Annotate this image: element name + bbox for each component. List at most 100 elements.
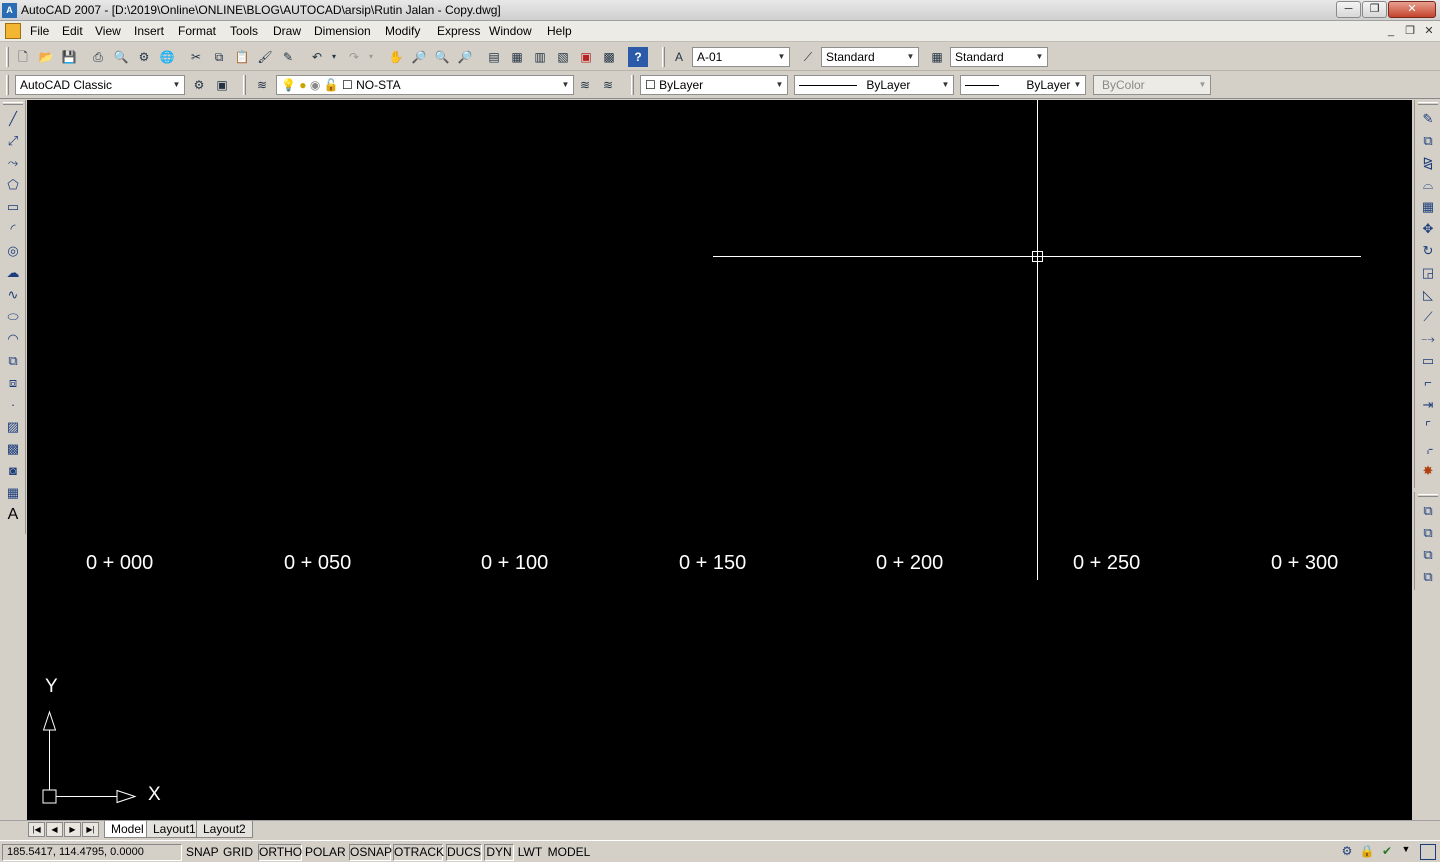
- offset-icon[interactable]: ⌓: [1418, 175, 1438, 195]
- menu-dimension[interactable]: Dimension: [314, 24, 371, 38]
- ellipse-icon[interactable]: ⬭: [3, 307, 23, 327]
- properties-icon[interactable]: ▤: [484, 47, 504, 67]
- undo-dropdown-icon[interactable]: ▾: [328, 47, 340, 67]
- redo-dropdown-icon[interactable]: ▾: [365, 47, 377, 67]
- menu-express[interactable]: Express: [437, 24, 480, 38]
- zoom-realtime-icon[interactable]: 🔎: [409, 47, 429, 67]
- line-icon[interactable]: ╱: [3, 109, 23, 129]
- make-layer-current-icon[interactable]: ≋: [575, 75, 595, 95]
- stretch-icon[interactable]: ◺: [1418, 285, 1438, 305]
- table-style-select[interactable]: Standard ▼: [950, 47, 1048, 67]
- erase-icon[interactable]: ✎: [1418, 109, 1438, 129]
- array-icon[interactable]: ▦: [1418, 197, 1438, 217]
- plot-preview-icon[interactable]: 🔍: [111, 47, 131, 67]
- menu-tools[interactable]: Tools: [230, 24, 258, 38]
- communication-center-icon[interactable]: ⚙: [1338, 844, 1356, 861]
- multiline-text-icon[interactable]: A: [3, 505, 23, 525]
- linetype-select[interactable]: ByLayer ▼: [794, 75, 954, 95]
- color-select[interactable]: ☐ ByLayer ▼: [640, 75, 788, 95]
- pan-icon[interactable]: ✋: [386, 47, 406, 67]
- publish-icon[interactable]: ⚙: [134, 47, 154, 67]
- toolbar-grip[interactable]: [662, 47, 665, 67]
- spline-icon[interactable]: ∿: [3, 285, 23, 305]
- polar-toggle[interactable]: POLAR: [304, 844, 346, 861]
- toolbar-grip[interactable]: [631, 75, 634, 95]
- workspace-settings-icon[interactable]: ⚙: [189, 75, 209, 95]
- block-editor-icon[interactable]: ✎: [278, 47, 298, 67]
- hatch-icon[interactable]: ▨: [3, 417, 23, 437]
- rectangle-icon[interactable]: ▭: [3, 197, 23, 217]
- calculator-icon[interactable]: ▩: [599, 47, 619, 67]
- close-button[interactable]: ✕: [1388, 1, 1436, 18]
- text-style-select[interactable]: A-01 ▼: [692, 47, 790, 67]
- redo-icon[interactable]: ↷: [344, 47, 364, 67]
- markup-icon[interactable]: ▣: [576, 47, 596, 67]
- open-icon[interactable]: 📂: [36, 47, 56, 67]
- menu-view[interactable]: View: [95, 24, 121, 38]
- osnap-toggle[interactable]: OSNAP: [349, 844, 392, 861]
- table-icon[interactable]: ▦: [3, 483, 23, 503]
- break-icon[interactable]: ⌐: [1418, 373, 1438, 393]
- join-icon[interactable]: ⇥: [1418, 395, 1438, 415]
- lwt-toggle[interactable]: LWT: [516, 844, 544, 861]
- lineweight-select[interactable]: ByLayer ▼: [960, 75, 1086, 95]
- mirror-icon[interactable]: ⧎: [1418, 153, 1438, 173]
- menu-format[interactable]: Format: [178, 24, 216, 38]
- document-icon[interactable]: [5, 23, 21, 39]
- trim-icon[interactable]: ⟋: [1418, 307, 1438, 327]
- tray-settings-icon[interactable]: ✔: [1378, 844, 1396, 861]
- make-block-icon[interactable]: ⧈: [3, 373, 23, 393]
- workspace-save-icon[interactable]: ▣: [212, 75, 232, 95]
- ortho-toggle[interactable]: ORTHO: [258, 844, 302, 861]
- grid-toggle[interactable]: GRID: [221, 844, 255, 861]
- point-icon[interactable]: ·: [3, 395, 23, 415]
- tab-layout2[interactable]: Layout2: [196, 821, 253, 838]
- rotate-icon[interactable]: ↻: [1418, 241, 1438, 261]
- next-tab-icon[interactable]: ▶: [64, 822, 81, 837]
- workspace-select[interactable]: AutoCAD Classic ▼: [15, 75, 185, 95]
- menu-help[interactable]: Help: [547, 24, 572, 38]
- toolbar-grip[interactable]: [1418, 102, 1438, 105]
- doc-close-button[interactable]: ✕: [1421, 24, 1437, 39]
- clean-screen-icon[interactable]: [1420, 844, 1436, 860]
- menu-draw[interactable]: Draw: [273, 24, 301, 38]
- tab-model[interactable]: Model: [104, 821, 151, 838]
- send-under-icon[interactable]: ⧉: [1418, 567, 1438, 587]
- fillet-icon[interactable]: ⌌: [1418, 439, 1438, 459]
- sheet-set-icon[interactable]: ▧: [553, 47, 573, 67]
- layer-manager-icon[interactable]: ≋: [252, 75, 272, 95]
- menu-file[interactable]: File: [30, 24, 49, 38]
- plot-icon[interactable]: ⎙: [88, 47, 108, 67]
- zoom-previous-icon[interactable]: 🔎: [455, 47, 475, 67]
- bring-above-icon[interactable]: ⧉: [1418, 545, 1438, 565]
- coordinate-display[interactable]: 185.5417, 114.4795, 0.0000: [2, 844, 182, 861]
- text-style-icon[interactable]: A: [669, 47, 689, 67]
- chamfer-icon[interactable]: ⌜: [1418, 417, 1438, 437]
- menu-edit[interactable]: Edit: [62, 24, 83, 38]
- toolbar-grip[interactable]: [1418, 494, 1438, 497]
- region-icon[interactable]: ◙: [3, 461, 23, 481]
- ducs-toggle[interactable]: DUCS: [446, 844, 482, 861]
- table-style-icon[interactable]: ▦: [927, 47, 947, 67]
- help-icon[interactable]: ?: [628, 47, 648, 67]
- match-properties-icon[interactable]: 🖌: [255, 47, 275, 67]
- paste-icon[interactable]: 📋: [232, 47, 252, 67]
- construction-line-icon[interactable]: ⤢: [3, 131, 23, 151]
- explode-icon[interactable]: ✸: [1418, 461, 1438, 481]
- toolbar-grip[interactable]: [6, 75, 9, 95]
- cut-icon[interactable]: ✂: [186, 47, 206, 67]
- menu-insert[interactable]: Insert: [134, 24, 164, 38]
- copy-clip-icon[interactable]: ⧉: [209, 47, 229, 67]
- send-to-back-icon[interactable]: ⧉: [1418, 523, 1438, 543]
- break-at-point-icon[interactable]: ▭: [1418, 351, 1438, 371]
- drawing-canvas[interactable]: 0 + 000 0 + 050 0 + 100 0 + 150 0 + 200 …: [27, 100, 1412, 820]
- scale-icon[interactable]: ◲: [1418, 263, 1438, 283]
- ellipse-arc-icon[interactable]: ◠: [3, 329, 23, 349]
- etransmit-icon[interactable]: 🌐: [157, 47, 177, 67]
- menu-modify[interactable]: Modify: [385, 24, 420, 38]
- dyn-toggle[interactable]: DYN: [484, 844, 514, 861]
- otrack-toggle[interactable]: OTRACK: [393, 844, 444, 861]
- layer-select[interactable]: 💡 ● ◉ 🔓 ☐ NO-STA ▼: [276, 75, 574, 95]
- save-icon[interactable]: 💾: [59, 47, 79, 67]
- minimize-button[interactable]: ─: [1336, 1, 1361, 18]
